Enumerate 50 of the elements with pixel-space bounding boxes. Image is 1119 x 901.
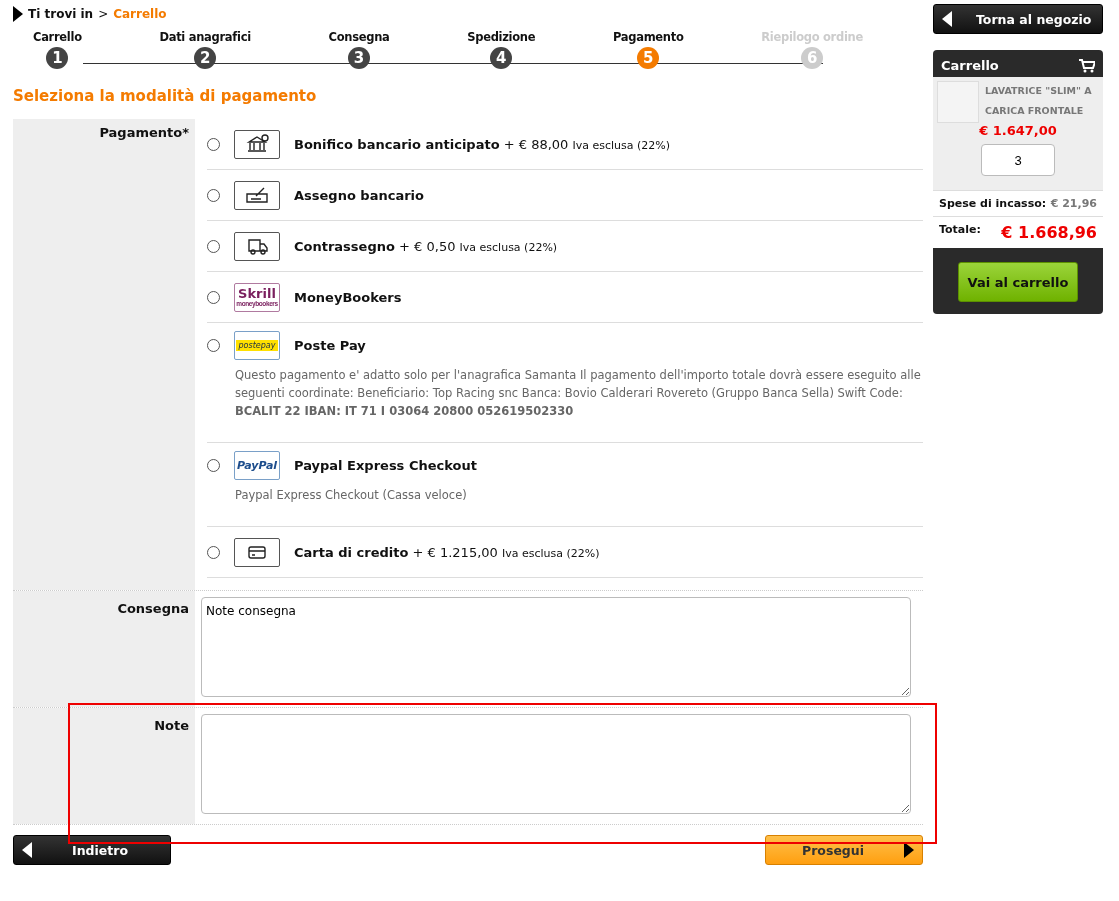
right-triangle-icon: [904, 842, 914, 858]
payment-description: Questo pagamento e' adatto solo per l'anagrafica Samanta Il pagamento dell'importo totale dovrà essere eseguito alle seguenti coordinate: Beneficiario: Top Racing snc Banca: Bovio Calderari Rovereto (Gruppo Banca Sella) Swift Code: BCALIT 22 IBAN: IT 71 I 03064 20800 052619502330: [235, 367, 922, 420]
fee-label: Spese di incasso:: [939, 197, 1047, 210]
step-label: Pagamento: [612, 30, 684, 44]
step-number: 4: [490, 47, 513, 69]
field-label: Note: [154, 718, 189, 733]
postepay-logo: postepay: [234, 331, 280, 360]
notes-field[interactable]: Note consegna: [201, 597, 911, 697]
cart-title: Carrello: [941, 58, 999, 73]
fee-value: € 21,96: [1050, 197, 1097, 210]
section-heading: Seleziona la modalità di pagamento: [13, 87, 318, 105]
left-triangle-icon: [22, 842, 32, 858]
step-number: 5: [637, 47, 660, 69]
breadcrumb-label: Ti trovi in: [28, 7, 94, 21]
total-value: € 1.668,96: [1001, 223, 1097, 242]
next-button[interactable]: Prosegui: [765, 835, 923, 865]
step-number: 2: [194, 47, 217, 69]
product-name[interactable]: LAVATRICE "SLIM" A CARICA FRONTALE: [985, 81, 1099, 123]
step-label: Spedizione: [467, 30, 536, 44]
cart-icon: [1079, 58, 1095, 73]
payment-method-name: Carta di credito + € 1.215,00 Iva esclusa (22%): [294, 544, 600, 560]
payment-method-name: Poste Pay: [294, 338, 366, 353]
paypal-logo: PayPal: [234, 451, 280, 480]
product-price: € 1.647,00: [979, 123, 1057, 138]
go-to-cart-button[interactable]: Vai al carrello: [958, 262, 1078, 302]
cheque-icon: [234, 180, 280, 210]
payment-method-name: Assegno bancario: [294, 187, 424, 203]
back-to-shop-button[interactable]: Torna al negozio: [933, 4, 1103, 34]
breadcrumb-separator: >: [98, 7, 109, 21]
notes-field[interactable]: [201, 714, 911, 814]
field-label: Pagamento*: [99, 125, 189, 140]
step-label: Consegna: [328, 30, 390, 44]
truck-icon: [234, 231, 280, 261]
field-label: Consegna: [117, 601, 189, 616]
payment-method-name: MoneyBookers: [294, 289, 402, 305]
total-label: Totale:: [939, 223, 981, 236]
step-number: 3: [348, 47, 370, 69]
step-label: Carrello: [33, 30, 82, 44]
payment-method-name: Bonifico bancario anticipato + € 88,00 Iva esclusa (22%): [294, 136, 671, 152]
bank-icon: [234, 129, 280, 159]
left-triangle-icon: [942, 11, 952, 27]
payment-method-name: Contrassegno + € 0,50 Iva esclusa (22%): [294, 238, 558, 254]
triangle-icon: [13, 6, 23, 22]
quantity-field[interactable]: 3: [981, 144, 1055, 176]
step-number: 1: [46, 47, 69, 69]
payment-description: Paypal Express Checkout (Cassa veloce): [235, 487, 468, 504]
payment-method-name: Paypal Express Checkout: [294, 458, 477, 473]
credit-card-icon: [234, 537, 280, 567]
step-label: Dati anagrafici: [159, 30, 251, 44]
back-button[interactable]: Indietro: [13, 835, 171, 865]
